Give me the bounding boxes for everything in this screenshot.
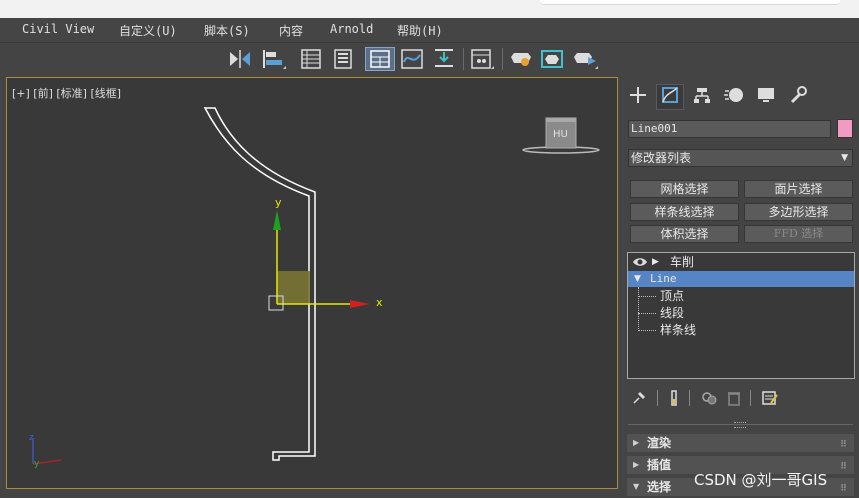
collapse-arrow-icon[interactable]: ▼: [634, 271, 641, 287]
rollout-title: 插值: [647, 458, 672, 472]
svg-text:z: z: [29, 433, 34, 443]
rollout-title: 渲染: [647, 436, 672, 450]
collapse-arrow-icon: ▼: [633, 482, 640, 491]
stack-item-lathe[interactable]: ▶ 车削: [628, 254, 854, 270]
modifier-stack[interactable]: ▶ 车削 ▼ Line 顶点 线段 样条线: [627, 252, 855, 379]
subobject-spline[interactable]: 样条线: [628, 322, 854, 338]
object-color-swatch[interactable]: [837, 119, 853, 138]
drag-grip-icon[interactable]: ⠿: [840, 458, 847, 476]
expand-arrow-icon: ▶: [633, 438, 640, 447]
viewcube-label: HU: [553, 129, 568, 140]
front-viewport[interactable]: [+] [前] [标准] [线框] y x HU z y: [6, 77, 618, 489]
stack-toolbar: [622, 387, 859, 409]
drag-grip-icon[interactable]: ⠿: [840, 480, 847, 498]
tab-utilities[interactable]: [784, 84, 812, 110]
stack-item-label: Line: [650, 272, 677, 285]
menu-scripting[interactable]: 脚本(S): [204, 22, 250, 39]
stack-item-line[interactable]: ▼ Line: [628, 271, 854, 287]
command-panel-tabs: [624, 82, 859, 112]
plus-icon: [628, 85, 648, 109]
viewcube[interactable]: HU: [522, 117, 600, 154]
percent-snap-icon[interactable]: [0, 47, 24, 71]
gizmo-x-arrow[interactable]: [350, 300, 370, 308]
tab-create[interactable]: [624, 84, 652, 110]
tab-motion[interactable]: [720, 84, 748, 110]
stack-toolbar-divider: [689, 390, 690, 406]
svg-text:?: ?: [46, 53, 53, 69]
tree-branch: [638, 313, 656, 314]
title-strip: [0, 0, 859, 18]
make-unique-icon[interactable]: [700, 389, 720, 411]
configure-sets-icon[interactable]: [761, 389, 779, 411]
tree-branch: [638, 296, 656, 297]
gizmo-plane-handle[interactable]: [277, 271, 310, 304]
menu-customize[interactable]: 自定义(U): [119, 22, 177, 39]
show-end-result-icon[interactable]: [666, 389, 682, 411]
edit-named-selection-icon[interactable]: {: [68, 47, 96, 71]
svg-text:y: y: [34, 459, 40, 469]
tab-display[interactable]: [752, 84, 780, 110]
menu-help[interactable]: 帮助(H): [397, 22, 443, 39]
tab-hierarchy[interactable]: [688, 84, 716, 110]
object-name-field[interactable]: Line001: [628, 120, 831, 138]
spinner-snap-icon[interactable]: ?: [30, 47, 58, 71]
subobject-label: 顶点: [660, 289, 685, 303]
rollout-rendering[interactable]: ▶ 渲染 ⠿: [627, 434, 854, 452]
menu-arnold[interactable]: Arnold: [330, 22, 373, 36]
tree-branch: [638, 330, 656, 331]
viewport-canvas: y x HU z y: [29, 107, 600, 469]
display-icon: [756, 85, 776, 109]
menu-content[interactable]: 内容: [279, 22, 303, 39]
toolbar-divider: [221, 48, 222, 70]
panel-resize-grip[interactable]: [734, 422, 746, 428]
menu-civil-view[interactable]: Civil View: [22, 22, 94, 36]
modify-icon: [660, 85, 680, 109]
chevron-down-icon: ▼: [841, 153, 848, 163]
stack-toolbar-divider: [657, 390, 658, 406]
volume-select-button[interactable]: 体积选择: [630, 225, 739, 243]
wrench-icon: [788, 85, 808, 109]
ffd-select-button: FFD 选择: [744, 225, 853, 243]
gizmo-y-label: y: [275, 196, 282, 209]
subobject-label: 样条线: [660, 323, 697, 337]
corner-axis-tripod: z y: [29, 433, 62, 469]
modifier-list-dropdown[interactable]: 修改器列表 ▼: [628, 149, 853, 167]
menu-bar: Civil View 自定义(U) 脚本(S) 内容 Arnold 帮助(H): [0, 18, 859, 43]
gizmo-x-label: x: [376, 296, 383, 309]
mesh-select-button[interactable]: 网格选择: [630, 180, 739, 198]
subobject-label: 线段: [660, 306, 685, 320]
rollout-title: 选择: [647, 480, 672, 494]
subobject-segment[interactable]: 线段: [628, 305, 854, 321]
chevron-down-icon: ▼: [205, 51, 212, 61]
drag-grip-icon[interactable]: ⠿: [840, 436, 847, 454]
subobject-vertex[interactable]: 顶点: [628, 288, 854, 304]
tab-modify[interactable]: [656, 84, 684, 110]
patch-select-button[interactable]: 面片选择: [744, 180, 853, 198]
motion-icon: [723, 85, 745, 109]
watermark: CSDN @刘一哥GIS: [694, 471, 828, 489]
command-panel: Line001 修改器列表 ▼ 网格选择 面片选择 样条线选择 多边形选择 体积选…: [622, 77, 859, 497]
expand-arrow-icon: ▶: [633, 460, 640, 469]
spline-select-button[interactable]: 样条线选择: [630, 203, 739, 221]
expand-arrow-icon[interactable]: ▶: [652, 254, 659, 270]
gizmo-y-arrow[interactable]: [273, 210, 281, 230]
window-tab-strip: [540, 0, 840, 5]
stack-item-label: 车削: [670, 255, 695, 269]
stack-toolbar-divider: [750, 390, 751, 406]
trash-icon[interactable]: [726, 389, 742, 411]
named-selection-dropdown[interactable]: 创建选择集 ▼: [98, 47, 216, 65]
hierarchy-icon: [692, 85, 712, 109]
poly-select-button[interactable]: 多边形选择: [744, 203, 853, 221]
svg-text:{: {: [70, 50, 81, 70]
pin-stack-icon[interactable]: [630, 389, 648, 411]
